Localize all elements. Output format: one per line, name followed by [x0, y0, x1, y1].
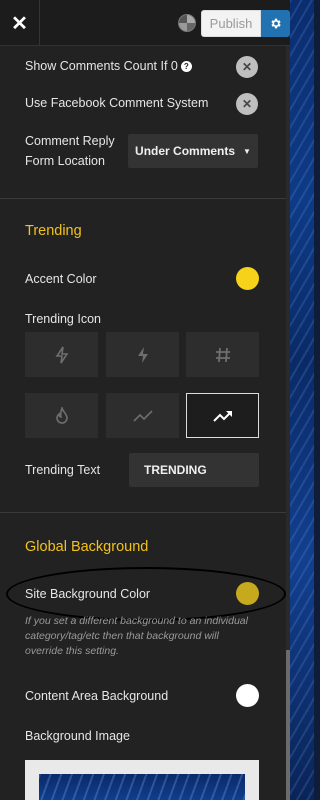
reply-form-location-label-line-2: Form Location — [25, 154, 105, 168]
close-icon: ✕ — [241, 97, 253, 111]
reply-form-location-select[interactable]: Under Comments ▼ — [128, 134, 258, 168]
bolt-outline-icon — [55, 346, 68, 363]
trending-section-title: Trending — [25, 223, 82, 239]
caret-down-icon: ▼ — [243, 146, 251, 156]
trending-icon-option-bolt-outline[interactable] — [25, 332, 98, 377]
accent-color-label: Accent Color — [25, 272, 97, 286]
trend-arrow-icon — [212, 410, 232, 422]
site-background-color-swatch[interactable] — [236, 582, 259, 605]
customizer-header: ✕ Publish — [0, 0, 290, 46]
accent-color-swatch[interactable] — [236, 267, 259, 290]
scrollbar-thumb[interactable] — [286, 650, 290, 800]
trending-icon-option-trend-arrow[interactable] — [186, 393, 259, 438]
hash-icon — [215, 347, 230, 362]
trending-icon-option-trend-line[interactable] — [106, 393, 179, 438]
background-image-thumbnail — [39, 774, 245, 800]
publish-settings-button[interactable] — [261, 10, 290, 37]
help-icon[interactable]: ? — [180, 61, 192, 73]
section-divider — [0, 512, 290, 513]
section-divider — [0, 198, 290, 199]
site-background-color-label: Site Background Color — [25, 587, 151, 601]
show-comments-count-label: Show Comments Count If 0? — [25, 59, 192, 73]
trending-icon-option-bolt-filled[interactable] — [106, 332, 179, 377]
close-icon: ✕ — [11, 12, 28, 35]
background-image-preview[interactable] — [25, 760, 259, 800]
trending-icon-option-flame[interactable] — [25, 393, 98, 438]
background-image-label: Background Image — [25, 729, 130, 743]
close-icon: ✕ — [241, 60, 253, 74]
facebook-comments-label: Use Facebook Comment System — [25, 96, 209, 110]
trending-icon-option-hash[interactable] — [186, 332, 259, 377]
customizer-panel: ✕ Publish Show Comments Count If 0? ✕ Us… — [0, 0, 290, 800]
facebook-comments-toggle[interactable]: ✕ — [236, 93, 258, 115]
gear-icon — [271, 18, 281, 29]
publish-button[interactable]: Publish — [201, 10, 261, 37]
global-background-section-title: Global Background — [25, 539, 149, 555]
reply-form-location-label-line-1: Comment Reply — [25, 134, 115, 148]
content-area-background-swatch[interactable] — [236, 684, 259, 707]
trending-text-label: Trending Text — [25, 463, 101, 477]
trend-line-icon — [132, 409, 153, 422]
flame-icon — [55, 406, 68, 424]
bolt-filled-icon — [137, 346, 148, 363]
show-comments-count-toggle[interactable]: ✕ — [236, 56, 258, 78]
site-background-description: If you set a different background to an … — [25, 615, 248, 657]
content-area-background-label: Content Area Background — [25, 689, 169, 703]
trending-icon-label: Trending Icon — [25, 312, 101, 326]
site-preview-strip — [290, 0, 314, 800]
loading-spinner-icon — [178, 14, 196, 32]
trending-text-input[interactable]: TRENDING — [129, 453, 259, 487]
close-button[interactable]: ✕ — [0, 0, 40, 46]
